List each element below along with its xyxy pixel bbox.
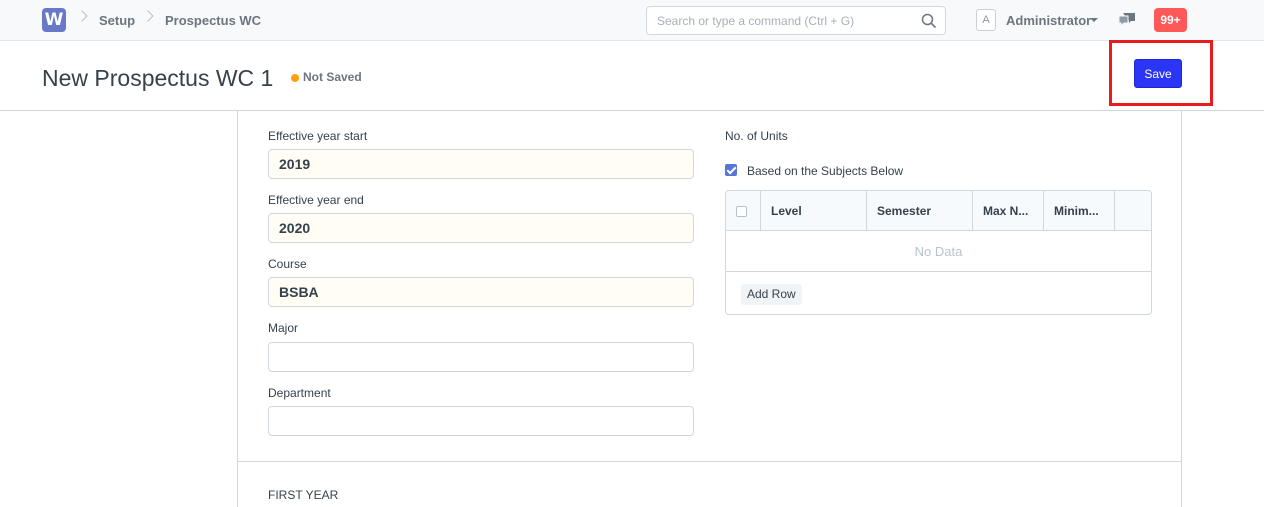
grid-header-row: Level Semester Max N... Minim... [726,191,1151,231]
major-label: Major [268,321,299,335]
chevron-right-icon [142,10,154,22]
subjects-grid: Level Semester Max N... Minim... No Data… [725,190,1152,315]
app-logo[interactable]: W [42,8,66,32]
add-row-button[interactable]: Add Row [741,284,802,305]
user-menu[interactable]: Administrator [1006,13,1091,28]
grid-column-minimum[interactable]: Minim... [1044,191,1115,231]
page-header: New Prospectus WC 1 Not Saved Save [0,41,1264,111]
based-on-subjects-label: Based on the Subjects Below [747,164,904,178]
grid-empty-state: No Data [726,231,1151,272]
status-badge: Not Saved [303,70,362,84]
effective-year-end-input[interactable] [268,213,694,243]
breadcrumb-setup[interactable]: Setup [99,13,135,28]
department-input[interactable] [268,406,694,436]
grid-column-semester[interactable]: Semester [867,191,973,231]
course-label: Course [268,257,307,271]
no-of-units-label: No. of Units [725,129,788,143]
caret-down-icon[interactable] [1090,18,1098,22]
based-on-subjects-checkbox[interactable] [725,164,737,176]
section-divider [238,461,1181,462]
notifications-badge[interactable]: 99+ [1154,8,1187,32]
grid-select-all-cell [726,191,761,231]
major-input[interactable] [268,342,694,372]
section-heading-first-year: FIRST YEAR [268,488,339,502]
awesome-bar [646,6,946,35]
form-card: Effective year start Effective year end … [237,111,1182,507]
grid-select-all-checkbox[interactable] [736,206,747,217]
course-input[interactable] [268,277,694,307]
page-title: New Prospectus WC 1 [42,65,274,91]
search-input[interactable] [647,7,917,34]
navbar: W Setup Prospectus WC A Administrator 99… [0,0,1264,41]
breadcrumb-prospectus-wc[interactable]: Prospectus WC [165,13,261,28]
annotation-highlight-box [1109,40,1213,106]
department-label: Department [268,386,331,400]
avatar[interactable]: A [976,9,996,31]
grid-column-max[interactable]: Max N... [973,191,1044,231]
grid-column-level[interactable]: Level [761,191,867,231]
status-indicator [291,74,299,82]
chevron-right-icon [76,10,88,22]
effective-year-end-label: Effective year end [268,193,364,207]
search-icon[interactable] [921,13,937,29]
effective-year-start-input[interactable] [268,149,694,179]
chat-icon[interactable] [1118,12,1136,28]
effective-year-start-label: Effective year start [268,129,368,143]
